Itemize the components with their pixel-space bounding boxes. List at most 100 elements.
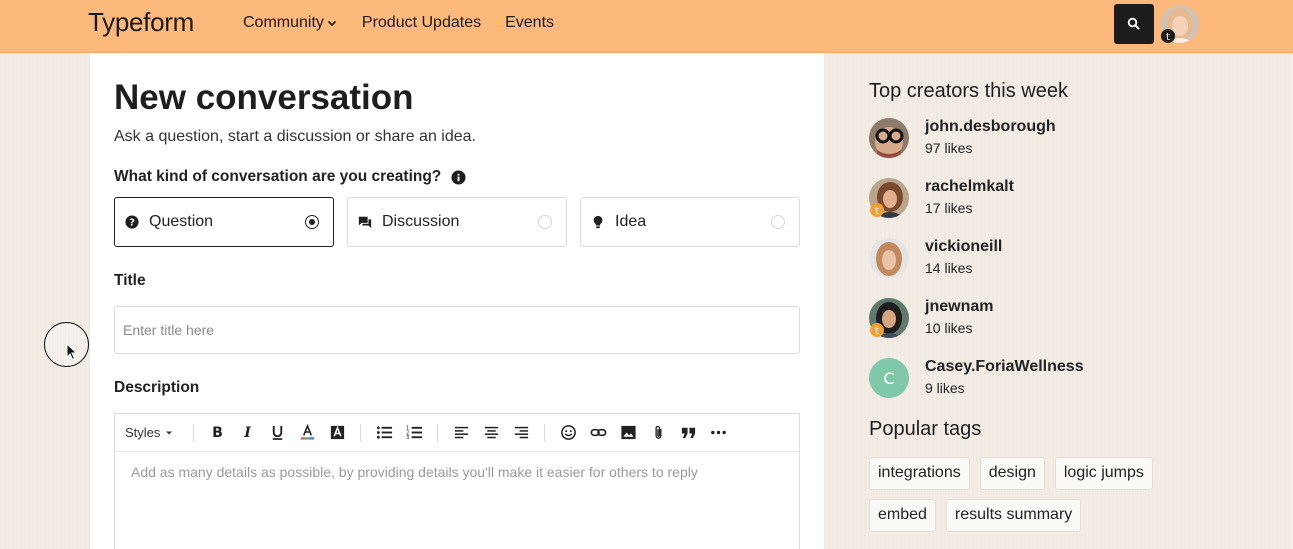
conversation-kind-text: What kind of conversation are you creati… [114, 168, 442, 185]
highlight-icon [330, 425, 345, 440]
svg-text:t: t [1166, 32, 1170, 43]
type-option-label: Question [149, 213, 214, 230]
creator-item[interactable]: vickioneill 14 likes [869, 238, 1269, 278]
align-left-button[interactable] [446, 418, 476, 448]
creator-likes: 14 likes [925, 260, 973, 276]
numbered-list-button[interactable]: 123 [399, 418, 429, 448]
page-title: New conversation [114, 78, 414, 117]
creator-likes: 9 likes [925, 380, 965, 396]
align-right-button[interactable] [506, 418, 536, 448]
mouse-pointer-icon [66, 343, 78, 361]
underline-button[interactable] [262, 418, 292, 448]
tag-logic-jumps[interactable]: logic jumps [1054, 457, 1153, 490]
tag-results-summary[interactable]: results summary [945, 499, 1082, 532]
title-input[interactable] [114, 306, 800, 354]
nav-events[interactable]: Events [505, 14, 554, 32]
text-color-button[interactable] [292, 418, 322, 448]
creator-likes: 17 likes [925, 200, 973, 216]
top-navigation-bar: Typeform Community Product Updates Event… [0, 0, 1293, 53]
main-nav: Community Product Updates Events [243, 14, 554, 32]
user-avatar[interactable]: t [1160, 4, 1200, 44]
italic-button[interactable]: I [232, 418, 262, 448]
creator-name: rachelmkalt [925, 178, 1014, 195]
avatar [869, 238, 909, 278]
type-option-discussion[interactable]: Discussion [347, 197, 567, 247]
svg-text:t: t [875, 326, 879, 337]
bold-icon: B [212, 425, 223, 441]
attachment-button[interactable] [643, 418, 673, 448]
toolbar-divider [360, 423, 362, 442]
avatar-initial: C [883, 369, 894, 388]
align-right-icon [514, 426, 529, 439]
link-button[interactable] [583, 418, 613, 448]
creator-likes: 97 likes [925, 140, 973, 156]
caret-down-icon [166, 431, 173, 434]
svg-text:3: 3 [406, 435, 409, 441]
toolbar-divider [544, 423, 546, 442]
more-options-button[interactable] [703, 418, 733, 448]
align-left-icon [454, 426, 469, 439]
svg-text:?: ? [129, 218, 135, 229]
creator-item[interactable]: C Casey.ForiaWellness 9 likes [869, 358, 1269, 398]
image-button[interactable] [613, 418, 643, 448]
paperclip-icon [655, 425, 662, 439]
new-conversation-form: New conversation Ask a question, start a… [90, 53, 824, 549]
radio-selected[interactable] [305, 215, 319, 229]
avatar: t [869, 298, 909, 338]
toolbar-divider [193, 423, 195, 442]
creator-name: vickioneill [925, 238, 1003, 255]
link-icon [590, 428, 607, 437]
creator-item[interactable]: t jnewnam 10 likes [869, 298, 1269, 338]
avatar: C [869, 358, 909, 398]
numbered-list-icon: 123 [406, 426, 422, 441]
text-color-icon [300, 424, 315, 440]
bullet-list-icon [376, 426, 392, 439]
conversation-type-options: ? Question Discussion Idea [114, 197, 800, 247]
type-option-idea[interactable]: Idea [580, 197, 800, 247]
svg-text:I: I [243, 425, 251, 441]
info-icon[interactable] [451, 169, 466, 185]
nav-community-label: Community [243, 14, 324, 31]
type-option-question[interactable]: ? Question [114, 197, 334, 247]
tag-embed[interactable]: embed [869, 499, 936, 532]
align-center-button[interactable] [476, 418, 506, 448]
quote-icon [681, 427, 696, 439]
svg-text:t: t [875, 206, 879, 217]
creator-item[interactable]: t rachelmkalt 17 likes [869, 178, 1269, 218]
bullet-list-button[interactable] [369, 418, 399, 448]
page-subtitle: Ask a question, start a discussion or sh… [114, 128, 476, 145]
type-option-label: Idea [615, 213, 647, 230]
tag-integrations[interactable]: integrations [869, 457, 970, 490]
description-editor: Styles B I 123 Add as many details as po… [114, 413, 800, 549]
type-option-label: Discussion [382, 213, 460, 230]
italic-icon: I [243, 425, 251, 441]
highlight-button[interactable] [322, 418, 352, 448]
bold-button[interactable]: B [202, 418, 232, 448]
lightbulb-icon [593, 215, 603, 229]
svg-text:B: B [212, 425, 223, 441]
editor-toolbar: Styles B I 123 [115, 414, 799, 452]
top-creators-heading: Top creators this week [869, 80, 1068, 102]
underline-icon [272, 425, 283, 440]
question-circle-icon: ? [125, 215, 139, 229]
radio-unselected[interactable] [771, 215, 785, 229]
description-editor-area[interactable]: Add as many details as possible, by prov… [115, 452, 799, 492]
tag-design[interactable]: design [979, 457, 1045, 490]
search-button[interactable] [1114, 4, 1154, 44]
top-creators-list: john.desborough 97 likes t rachelmkalt 1… [869, 118, 1269, 398]
brand-logo[interactable]: Typeform [88, 7, 194, 38]
quote-button[interactable] [673, 418, 703, 448]
radio-unselected[interactable] [538, 215, 552, 229]
align-center-icon [484, 426, 499, 439]
conversation-kind-label: What kind of conversation are you creati… [114, 168, 466, 186]
styles-dropdown[interactable]: Styles [125, 425, 173, 440]
popular-tags-list: integrations design logic jumps embed re… [869, 457, 1169, 532]
nav-events-label: Events [505, 14, 555, 31]
title-label: Title [114, 272, 146, 289]
emoji-button[interactable] [553, 418, 583, 448]
nav-community[interactable]: Community [243, 14, 338, 32]
creator-item[interactable]: john.desborough 97 likes [869, 118, 1269, 158]
popular-tags-heading: Popular tags [869, 418, 982, 440]
emoji-icon [561, 425, 576, 440]
nav-product-updates[interactable]: Product Updates [362, 14, 481, 32]
